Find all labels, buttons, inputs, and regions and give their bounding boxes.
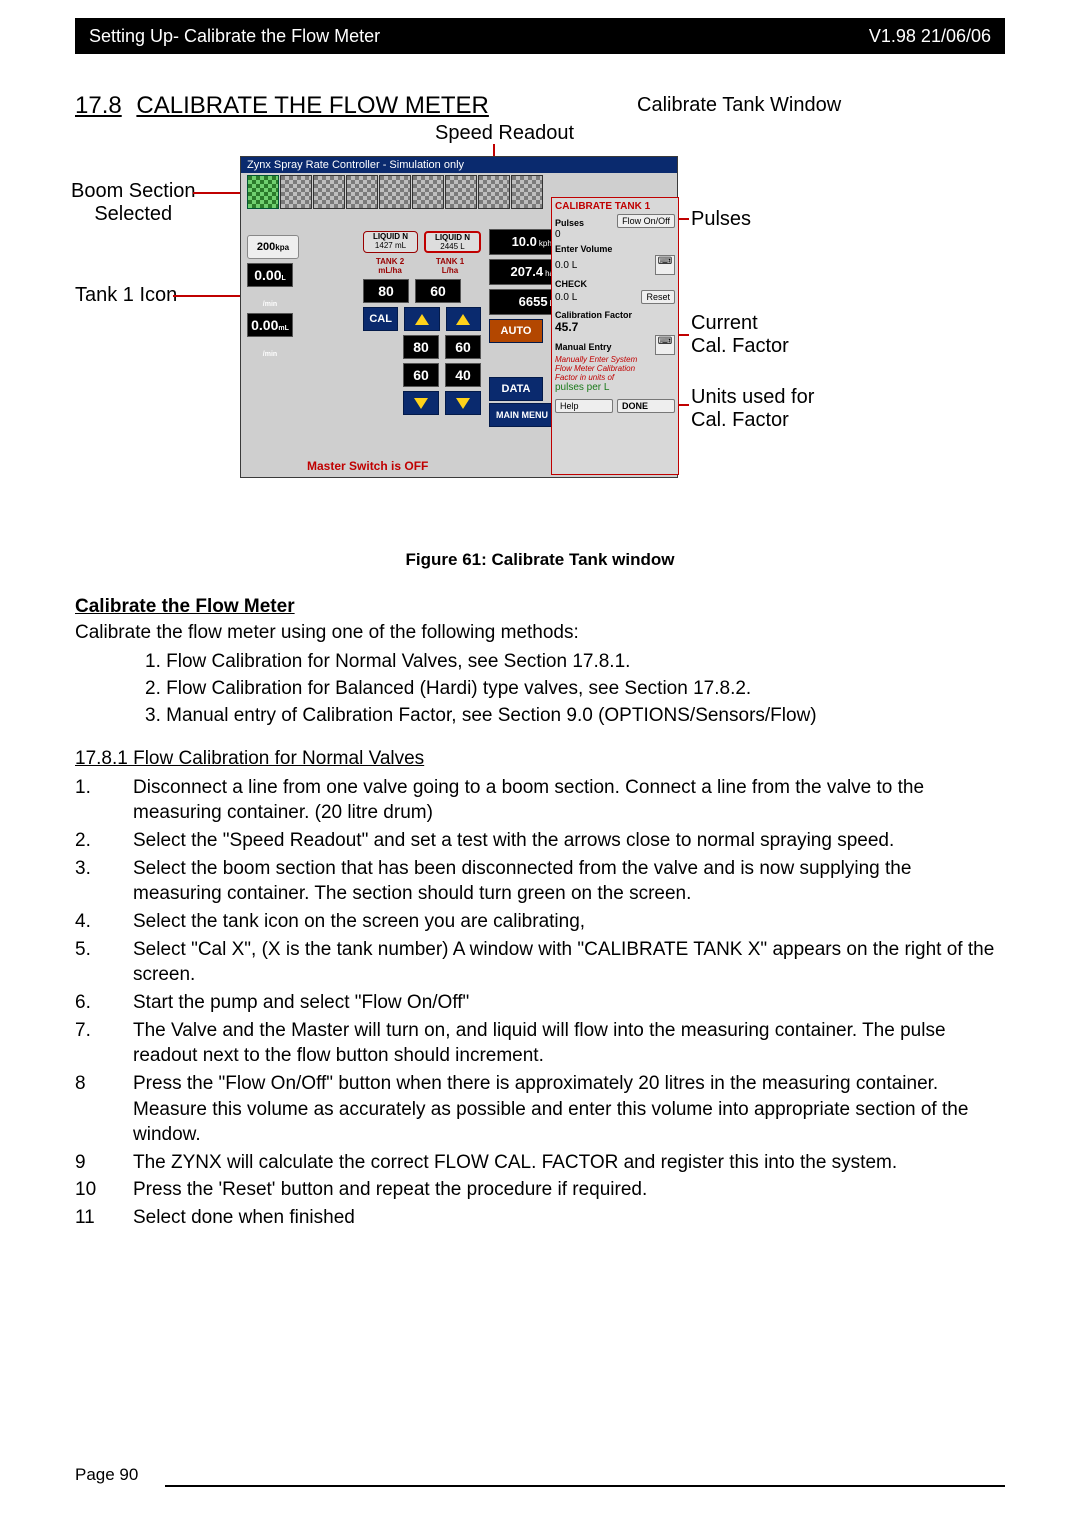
- tank1-label: TANK 1 L/ha: [423, 257, 477, 275]
- help-button[interactable]: Help: [555, 399, 613, 413]
- page-footer: Page 90: [75, 1465, 1005, 1487]
- rate-down[interactable]: [445, 391, 481, 415]
- tank2-label: TANK 2 mL/ha: [363, 257, 417, 275]
- boom-section[interactable]: [247, 175, 279, 209]
- subsection-heading: 17.8.1 Flow Calibration for Normal Valve…: [75, 746, 1005, 772]
- cal-factor-label: Calibration Factor: [555, 310, 675, 320]
- section-number: 17.8: [75, 92, 122, 119]
- check-unit: L: [572, 292, 578, 303]
- check-value: 0.0: [555, 292, 569, 303]
- method-item: 2. Flow Calibration for Balanced (Hardi)…: [145, 676, 1005, 702]
- manual-entry-label: Manual Entry: [555, 342, 612, 352]
- tank1-rate-min: 40: [445, 363, 481, 387]
- boom-section[interactable]: [346, 175, 378, 209]
- boom-section[interactable]: [313, 175, 345, 209]
- readout-column: 10.0kph. 207.4ha 6655L AUTO DATA MAIN ME…: [489, 229, 559, 429]
- kpa-unit: kpa: [275, 243, 289, 252]
- method-item: 3. Manual entry of Calibration Factor, s…: [145, 703, 1005, 729]
- rate-up[interactable]: [404, 307, 439, 331]
- boom-section[interactable]: [379, 175, 411, 209]
- enter-volume-unit: L: [572, 260, 578, 271]
- callout-units: Units used for Cal. Factor: [691, 386, 814, 432]
- header-left: Setting Up- Calibrate the Flow Meter: [89, 18, 380, 54]
- check-label: CHECK: [555, 279, 675, 289]
- boom-section[interactable]: [445, 175, 477, 209]
- section-title: 17.8 CALIBRATE THE FLOW METER: [75, 92, 1005, 120]
- cal-note: Manually Enter System Flow Meter Calibra…: [555, 356, 675, 382]
- body-text: Calibrate the Flow Meter Calibrate the f…: [75, 594, 1005, 1232]
- data-button[interactable]: DATA: [489, 377, 543, 401]
- footer-rule: [165, 1485, 1005, 1487]
- tank1-hdr: LIQUID N: [426, 233, 479, 242]
- tank2-icon[interactable]: LIQUID N 1427 mL: [363, 231, 418, 253]
- keypad-icon[interactable]: ⌨: [655, 335, 675, 355]
- body-para: Calibrate the flow meter using one of th…: [75, 620, 1005, 646]
- cal-factor-value: 45.7: [555, 320, 675, 334]
- tank1-vol: 2445 L: [426, 242, 479, 251]
- section-text: CALIBRATE THE FLOW METER: [136, 92, 489, 119]
- page-number: Page 90: [75, 1465, 138, 1484]
- flow1-val: 0.00: [254, 267, 281, 283]
- pulses-value: 0: [555, 229, 675, 240]
- calibrate-tank-window: CALIBRATE TANK 1 Pulses Flow On/Off 0 Ent…: [551, 197, 679, 475]
- boom-section[interactable]: [280, 175, 312, 209]
- boom-section[interactable]: [412, 175, 444, 209]
- callout-tank1: Tank 1 Icon: [75, 284, 177, 307]
- tank1-rate: 60: [445, 335, 481, 359]
- screenshot-panel: Zynx Spray Rate Controller - Simulation …: [240, 156, 678, 478]
- body-heading: Calibrate the Flow Meter: [75, 594, 1005, 620]
- tank1-rate-set: 60: [415, 279, 461, 303]
- window-titlebar: Zynx Spray Rate Controller - Simulation …: [241, 157, 677, 173]
- callout-pulses: Pulses: [691, 208, 751, 231]
- tank2-vol: 1427 mL: [364, 241, 417, 250]
- master-switch-status: Master Switch is OFF: [307, 459, 428, 473]
- page-header: Setting Up- Calibrate the Flow Meter V1.…: [75, 18, 1005, 54]
- enter-volume-value: 0.0: [555, 260, 569, 271]
- volume-readout: 6655L: [489, 289, 559, 315]
- method-item: 1. Flow Calibration for Normal Valves, s…: [145, 649, 1005, 675]
- tank1-icon[interactable]: LIQUID N 2445 L: [424, 231, 481, 253]
- tank2-rate-min: 60: [403, 363, 439, 387]
- callout-calfac: Current Cal. Factor: [691, 312, 789, 358]
- keypad-icon[interactable]: ⌨: [655, 255, 675, 275]
- left-column: 0.00L /min 0.00mL /min: [247, 263, 359, 341]
- kpa-val: 200: [257, 241, 275, 253]
- cal-header: CALIBRATE TANK 1: [555, 201, 675, 212]
- cal-units: pulses per L: [555, 382, 675, 393]
- speed-readout[interactable]: 10.0kph.: [489, 229, 559, 255]
- cal-button[interactable]: CAL: [363, 307, 398, 331]
- tank2-hdr: LIQUID N: [364, 232, 417, 241]
- tank-columns: LIQUID N 1427 mL LIQUID N 2445 L TANK 2 …: [363, 231, 481, 419]
- callout-speed: Speed Readout: [435, 122, 574, 145]
- pulses-label: Pulses: [555, 218, 584, 228]
- method-list: 1. Flow Calibration for Normal Valves, s…: [145, 649, 1005, 728]
- figure-caption: Figure 61: Calibrate Tank window: [75, 550, 1005, 570]
- rate-up[interactable]: [446, 307, 481, 331]
- boom-section[interactable]: [478, 175, 510, 209]
- enter-volume-label: Enter Volume: [555, 244, 675, 254]
- pressure-readout[interactable]: 200kpa: [247, 235, 299, 259]
- callout-boom: Boom Section Selected: [71, 180, 196, 226]
- steps-list: 1.Disconnect a line from one valve going…: [75, 774, 1005, 1232]
- flow2-val: 0.00: [251, 317, 278, 333]
- rate-down[interactable]: [403, 391, 439, 415]
- flow-on-off-button[interactable]: Flow On/Off: [617, 214, 675, 228]
- done-button[interactable]: DONE: [617, 399, 675, 413]
- callout-tankwin: Calibrate Tank Window: [637, 94, 841, 117]
- reset-button[interactable]: Reset: [641, 290, 675, 304]
- auto-button[interactable]: AUTO: [489, 319, 543, 343]
- figure-wrap: Speed Readout Calibrate Tank Window Boom…: [75, 122, 1005, 542]
- boom-section[interactable]: [511, 175, 543, 209]
- tank2-rate-set: 80: [363, 279, 409, 303]
- area-readout: 207.4ha: [489, 259, 559, 285]
- mainmenu-button[interactable]: MAIN MENU: [489, 403, 555, 427]
- header-right: V1.98 21/06/06: [869, 18, 991, 54]
- tank2-rate: 80: [403, 335, 439, 359]
